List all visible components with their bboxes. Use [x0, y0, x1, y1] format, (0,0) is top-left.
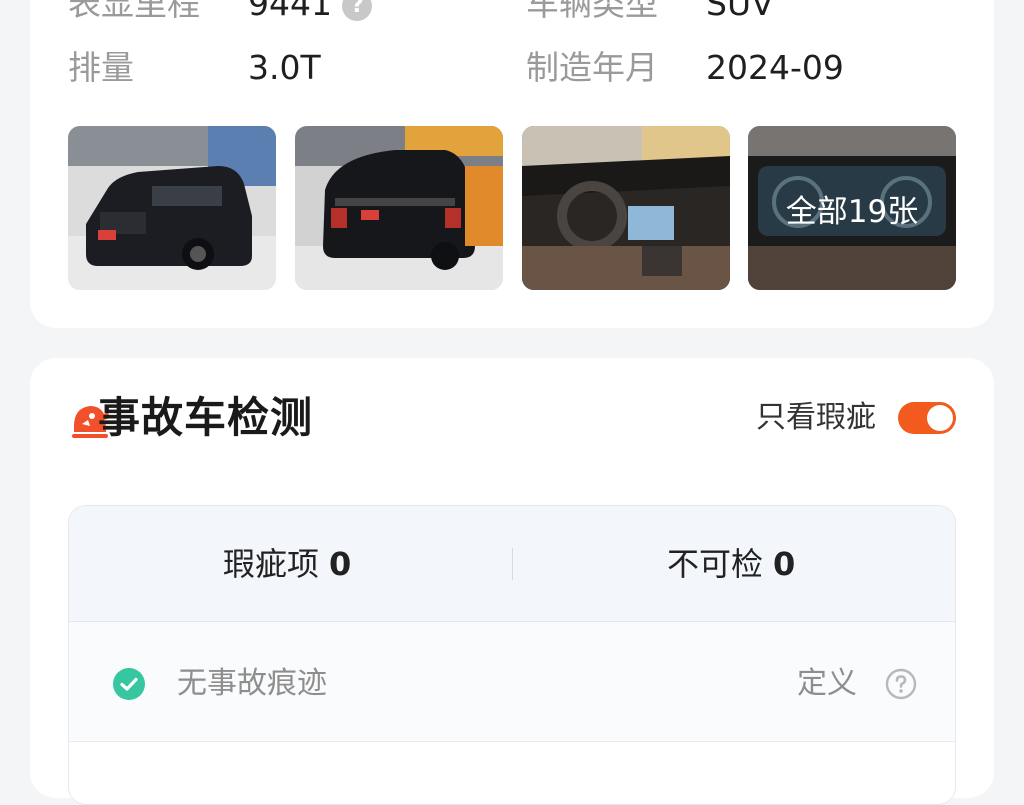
info-row-displacement: 排量	[68, 48, 134, 88]
flaw-count: 0	[329, 545, 352, 583]
displacement-value: 3.0T	[248, 48, 321, 87]
vehicle-type-wrap: SUV	[706, 0, 774, 24]
displacement-value-wrap: 3.0T	[248, 48, 321, 88]
flaws-only-label: 只看瑕疵	[756, 400, 876, 435]
inspection-summary: 瑕疵项 0 不可检 0 无事故痕迹 定义	[68, 505, 956, 805]
summary-divider	[512, 548, 513, 580]
mileage-value: 9441	[248, 0, 332, 23]
uncheckable-label: 不可检	[667, 545, 764, 583]
question-circle-icon[interactable]	[885, 668, 917, 700]
all-photos-overlay[interactable]: 全部19张	[748, 126, 956, 290]
info-row-manufacture-date: 制造年月	[526, 48, 658, 88]
uncheckable-count: 0	[773, 545, 796, 583]
photo-thumb-front[interactable]	[68, 126, 276, 290]
vehicle-type-value: SUV	[706, 0, 774, 23]
info-row-type: 车辆类型	[526, 0, 658, 24]
photo-thumb-rear[interactable]	[295, 126, 503, 290]
accident-check-title: 事故车检测	[98, 393, 314, 442]
help-icon[interactable]: ?	[342, 0, 373, 21]
car-interior-photo-icon	[522, 126, 730, 290]
car-rear-photo-icon	[295, 126, 503, 290]
toggle-knob	[927, 405, 953, 431]
mileage-label: 表显里程	[68, 0, 200, 23]
check-circle-icon	[113, 668, 145, 700]
flaw-count-cell[interactable]: 瑕疵项 0	[223, 544, 351, 584]
info-row-mileage: 表显里程	[68, 0, 200, 24]
vehicle-type-label: 车辆类型	[526, 0, 658, 23]
all-photos-label: 全部19张	[785, 193, 919, 230]
car-front-photo-icon	[68, 126, 276, 290]
definition-link[interactable]: 定义	[797, 664, 857, 704]
manufacture-date-wrap: 2024-09	[706, 48, 844, 88]
uncheckable-count-cell[interactable]: 不可检 0	[667, 544, 795, 584]
no-accident-row: 无事故痕迹 定义	[69, 622, 955, 742]
no-accident-text: 无事故痕迹	[177, 666, 327, 701]
flaw-label: 瑕疵项	[223, 545, 320, 583]
manufacture-date-value: 2024-09	[706, 48, 844, 87]
mileage-value-wrap: 9441 ?	[248, 0, 373, 24]
displacement-label: 排量	[68, 48, 134, 87]
summary-header: 瑕疵项 0 不可检 0	[69, 506, 955, 622]
photo-thumb-interior[interactable]	[522, 126, 730, 290]
manufacture-date-label: 制造年月	[526, 48, 658, 87]
photo-thumb-dashboard[interactable]: 全部19张	[748, 126, 956, 290]
flaws-only-toggle[interactable]	[898, 402, 956, 434]
